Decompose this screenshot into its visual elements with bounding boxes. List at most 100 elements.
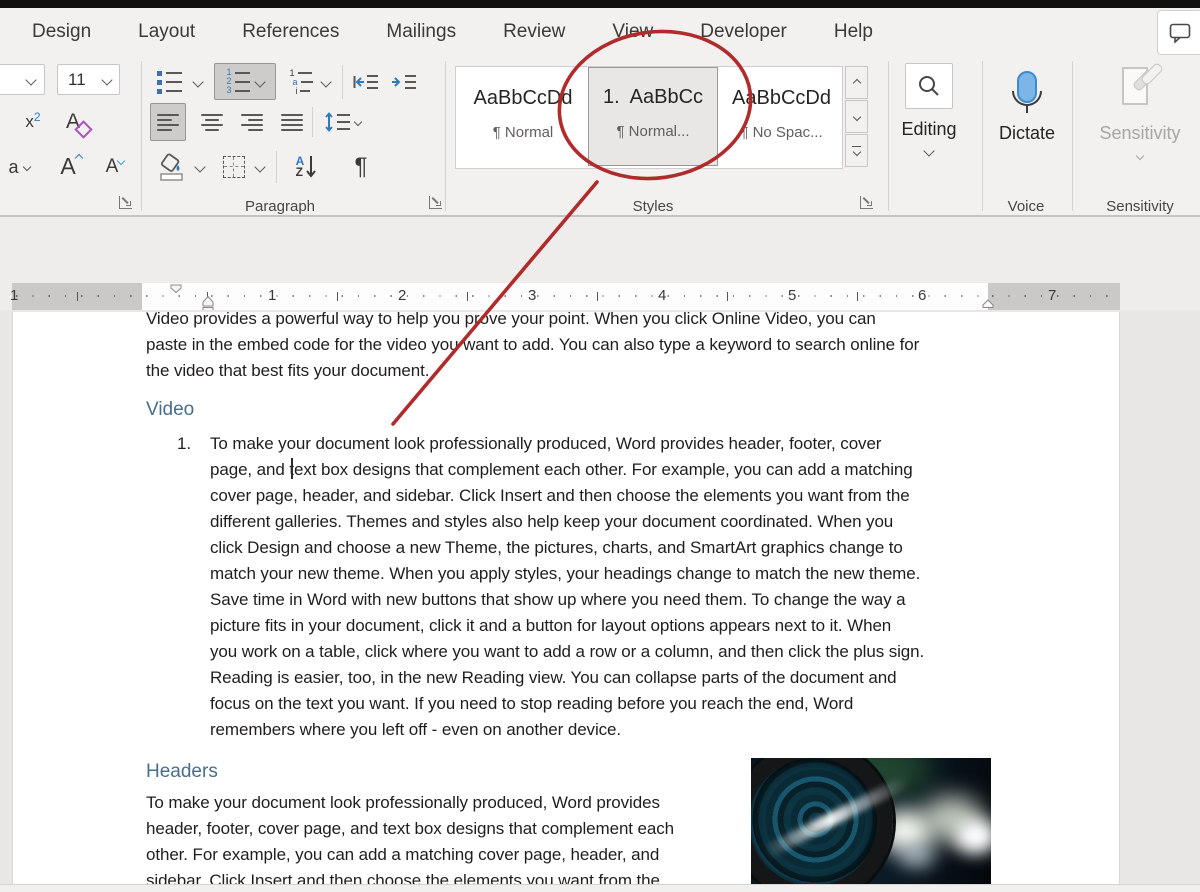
- sort-button[interactable]: A Z: [286, 147, 326, 187]
- line-spacing-icon: [325, 112, 350, 132]
- document-area: Video provides a powerful way to help yo…: [0, 310, 1200, 884]
- chevron-down-icon: [852, 148, 861, 157]
- align-left-button-selected[interactable]: [150, 103, 186, 141]
- change-case-letter: a: [8, 156, 19, 177]
- decrease-indent-icon: [353, 75, 378, 89]
- paragraph-dialog-launcher[interactable]: [429, 196, 442, 209]
- shrink-font-button[interactable]: A: [94, 148, 136, 186]
- list-line: remembers where you left off - even on a…: [210, 720, 622, 739]
- document-page[interactable]: Video provides a powerful way to help yo…: [12, 312, 1120, 884]
- style-card-normal[interactable]: AaBbCcDd ¶ Normal: [460, 69, 586, 164]
- align-left-icon: [157, 113, 179, 131]
- style-name: ¶ Normal...: [616, 123, 690, 140]
- list-line: focus on the text you want. If you need …: [210, 694, 854, 713]
- numbering-button-selected[interactable]: 1 2 3: [214, 63, 276, 100]
- sensitivity-button-disabled[interactable]: Sensitivity: [1080, 61, 1200, 191]
- styles-scroll-down-button[interactable]: [845, 100, 868, 133]
- line-spacing-button[interactable]: [320, 105, 366, 139]
- style-card-list-number-selected[interactable]: 1. AaBbCc ¶ Normal...: [588, 67, 718, 166]
- shading-button[interactable]: [152, 147, 192, 187]
- bullets-button[interactable]: [150, 65, 188, 99]
- font-name-dropdown[interactable]: [0, 64, 45, 95]
- video-heading: Video: [146, 399, 195, 420]
- font-dialog-launcher[interactable]: [119, 196, 132, 209]
- sort-arrow-icon: [306, 156, 317, 178]
- style-preview: AaBbCcDd: [473, 87, 573, 109]
- editing-dropdown-chevron[interactable]: [923, 145, 935, 157]
- decrease-indent-button[interactable]: [350, 67, 382, 97]
- increase-indent-button[interactable]: [388, 67, 420, 97]
- superscript-2: 2: [33, 110, 41, 124]
- superscript-button[interactable]: x 2: [14, 104, 52, 140]
- list-line: match your new theme. When you apply sty…: [210, 564, 921, 583]
- comments-button[interactable]: [1157, 10, 1200, 55]
- group-separator: [1072, 61, 1073, 211]
- text-cursor: [291, 458, 293, 479]
- tab-review[interactable]: Review: [503, 21, 565, 43]
- font-size-dropdown[interactable]: 11: [57, 64, 120, 95]
- tab-design[interactable]: Design: [32, 21, 91, 43]
- tab-mailings[interactable]: Mailings: [386, 21, 456, 43]
- styles-dialog-launcher[interactable]: [860, 196, 873, 209]
- document-chrome: [0, 217, 1200, 283]
- align-right-button[interactable]: [236, 105, 268, 139]
- align-center-button[interactable]: [196, 105, 228, 139]
- change-case-button[interactable]: a: [0, 148, 38, 186]
- list-line: cover page, header, and sidebar. Click I…: [210, 486, 910, 505]
- tab-developer[interactable]: Developer: [700, 21, 787, 43]
- borders-dropdown-chevron[interactable]: [254, 161, 266, 173]
- comment-bubble-icon: [1169, 23, 1191, 43]
- multilevel-dropdown-chevron[interactable]: [320, 76, 332, 88]
- paragraph-group-label: Paragraph: [244, 198, 316, 215]
- justify-button[interactable]: [276, 105, 308, 139]
- first-line-indent-marker[interactable]: [170, 284, 182, 293]
- show-formatting-button[interactable]: ¶: [344, 147, 378, 187]
- sensitivity-badge-icon: [1139, 61, 1165, 87]
- paragraph-line: header, footer, cover page, and text box…: [146, 819, 675, 838]
- editing-label: Editing: [901, 119, 957, 139]
- bottom-strip: [0, 884, 1200, 892]
- sort-icon: A Z: [295, 154, 305, 179]
- caret-down-icon: [117, 156, 126, 166]
- group-separator: [445, 61, 446, 211]
- styles-scroll-up-button[interactable]: [845, 66, 868, 99]
- borders-button[interactable]: [216, 149, 252, 185]
- numbering-icon: 1 2 3: [226, 68, 250, 95]
- list-line: Save time in Word with new buttons that …: [210, 590, 906, 609]
- superscript-x: x: [25, 112, 34, 131]
- text-effects-button[interactable]: A: [58, 102, 98, 142]
- style-preview: 1. AaBbCc: [602, 86, 704, 108]
- list-number: 1.: [177, 434, 191, 453]
- style-name: ¶ Normal: [492, 124, 554, 141]
- styles-more-button[interactable]: [845, 134, 868, 167]
- microphone-stem: [1026, 106, 1028, 113]
- editing-button[interactable]: [905, 63, 953, 109]
- ruler-number: 6: [918, 287, 927, 304]
- grow-font-letter: A: [60, 152, 76, 179]
- list-line: page, and text box designs that compleme…: [210, 460, 913, 479]
- shading-dropdown-chevron[interactable]: [194, 161, 206, 173]
- ruler-number: 5: [788, 287, 797, 304]
- tab-references[interactable]: References: [242, 21, 339, 43]
- ruler-number: 4: [658, 287, 667, 304]
- chevron-down-icon: [22, 162, 31, 172]
- multilevel-list-button[interactable]: 1 a i: [284, 65, 318, 99]
- chevron-up-icon: [852, 78, 861, 87]
- ruler-number: 1: [268, 287, 277, 304]
- dictate-button[interactable]: Dictate: [990, 63, 1064, 189]
- ruler-number: 2: [398, 287, 407, 304]
- grow-font-button[interactable]: A: [50, 146, 92, 186]
- camera-lens-image[interactable]: [751, 758, 991, 884]
- right-indent-marker[interactable]: [982, 298, 994, 309]
- increase-indent-icon: [392, 75, 416, 89]
- chevron-down-icon: [353, 117, 363, 127]
- tab-layout[interactable]: Layout: [138, 21, 195, 43]
- style-card-no-spacing[interactable]: AaBbCcDd ¶ No Spac...: [722, 69, 841, 164]
- list-line: click Design and choose a new Theme, the…: [210, 538, 903, 557]
- style-preview: AaBbCcDd: [732, 87, 831, 109]
- tab-help[interactable]: Help: [834, 21, 873, 43]
- bullets-dropdown-chevron[interactable]: [192, 76, 204, 88]
- justify-icon: [281, 113, 303, 131]
- pilcrow-icon: ¶: [354, 153, 368, 180]
- tab-view[interactable]: View: [612, 21, 653, 43]
